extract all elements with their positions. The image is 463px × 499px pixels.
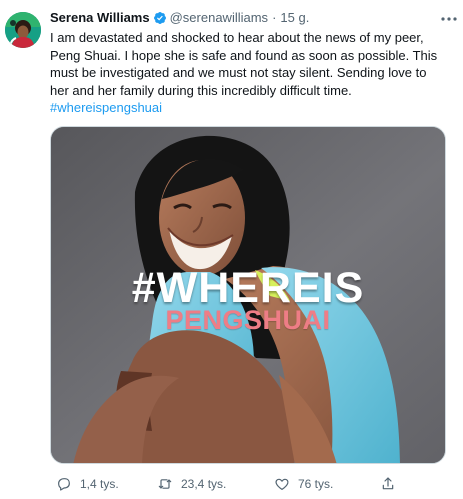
tweet-actions: 1,4 tys. 23,4 tys. 76 tys.: [50, 472, 446, 496]
author-avatar[interactable]: [5, 12, 41, 48]
profile-avatar: [5, 12, 41, 48]
tweet-time[interactable]: 15 g.: [280, 9, 309, 27]
tweet-header: Serena Williams @serenawilliams · 15 g.: [50, 9, 446, 27]
reply-icon: [58, 478, 70, 491]
share-icon: [382, 477, 394, 490]
verified-badge-icon: [153, 12, 166, 24]
share-button[interactable]: [380, 472, 396, 496]
more-options-icon[interactable]: [440, 13, 458, 25]
image-subheadline: PENGSHUAI: [165, 305, 331, 335]
tweet-body-text: I am devastated and shocked to hear abou…: [50, 30, 438, 98]
retweet-button[interactable]: 23,4 tys.: [157, 472, 226, 496]
meta-separator: ·: [272, 10, 277, 25]
reply-count: 1,4 tys.: [80, 477, 119, 491]
tweet-card[interactable]: Serena Williams @serenawilliams · 15 g. …: [0, 0, 463, 499]
retweet-count: 23,4 tys.: [181, 477, 227, 491]
retweet-icon: [158, 479, 172, 489]
like-count: 76 tys.: [298, 477, 334, 491]
heart-icon: [275, 478, 289, 490]
reply-button[interactable]: 1,4 tys.: [56, 472, 119, 496]
tweet-content: Serena Williams @serenawilliams · 15 g. …: [50, 9, 446, 117]
author-name[interactable]: Serena Williams: [50, 9, 150, 27]
tweet-media-image[interactable]: #WHEREIS PENGSHUAI: [50, 126, 446, 464]
hashtag-link[interactable]: #whereispengshuai: [50, 100, 162, 115]
author-handle[interactable]: @serenawilliams: [170, 9, 268, 27]
tweet-text: I am devastated and shocked to hear abou…: [50, 29, 446, 117]
like-button[interactable]: 76 tys.: [274, 472, 333, 496]
